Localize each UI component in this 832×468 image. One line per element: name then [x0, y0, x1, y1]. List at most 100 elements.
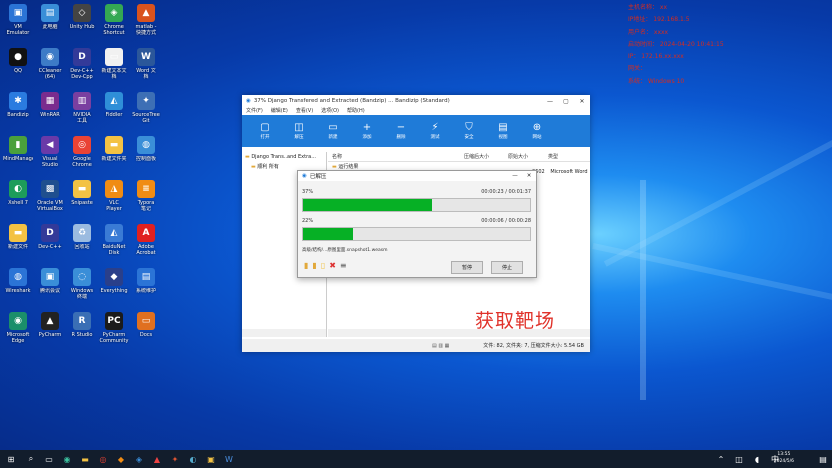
start-button[interactable]: ⊞ — [0, 450, 22, 468]
desktop-icon[interactable]: ▮ MindManager — [3, 136, 33, 168]
website-button[interactable]: ⊕ 网站 — [520, 122, 554, 140]
desktop-icon-image: ◭ — [105, 224, 123, 242]
desktop-icon[interactable]: ✦ SourceTree Git — [131, 92, 161, 124]
desktop-icon[interactable]: ◀ Visual Studio — [35, 136, 65, 168]
stop-button[interactable]: 停止 — [491, 261, 523, 274]
test-button[interactable]: ⚡ 测试 — [418, 122, 452, 140]
desktop-icon[interactable]: ▭ 新建文本文 档 — [99, 48, 129, 80]
security-button[interactable]: ⛉ 安全 — [452, 122, 486, 140]
desktop-icon[interactable]: ◐ Xshell 7 — [3, 180, 33, 212]
close-button[interactable]: ✕ — [574, 98, 590, 105]
tool-label: 添加 — [362, 135, 372, 140]
col-name[interactable]: 名称 — [328, 153, 464, 160]
menu-file[interactable]: 文件(F) — [246, 107, 263, 115]
desktop-icon[interactable]: ▩ Oracle VM VirtualBox — [35, 180, 65, 212]
bandizip-taskbar-icon[interactable]: ▣ — [202, 450, 220, 468]
col-type[interactable]: 类型 — [548, 153, 588, 160]
desktop-icon[interactable]: PC PyCharm Community — [99, 312, 129, 344]
desktop-icon[interactable]: R R Studio — [67, 312, 97, 344]
desktop-icon[interactable]: ◭ BaiduNet Disk — [99, 224, 129, 256]
taskbar-clock[interactable]: 13:55 2024/5/6 — [774, 451, 794, 465]
desktop-icon[interactable]: ◆ Everything — [99, 268, 129, 300]
desktop-icon[interactable]: ◉ CCleaner (64) — [35, 48, 65, 80]
file-icon[interactable]: ▯ — [321, 261, 325, 270]
desktop-icon[interactable]: W Word 文 档 — [131, 48, 161, 80]
desktop-icon-label: Dev-C++ — [38, 244, 62, 250]
dialog-icon-row: ▮ ▮ ▯ ✖ ≡ — [304, 261, 347, 270]
search-icon[interactable]: ⌕ — [22, 450, 40, 468]
app-icon[interactable]: ◈ — [130, 450, 148, 468]
edge-icon[interactable]: ◉ — [58, 450, 76, 468]
delete-button[interactable]: − 删除 — [384, 122, 418, 140]
menu-edit[interactable]: 编辑(E) — [271, 107, 288, 115]
desktop-icon[interactable]: ▭ Docs — [131, 312, 161, 344]
desktop-icon[interactable]: ◍ Wireshark — [3, 268, 33, 300]
tree-root[interactable]: ▬ Django Trans..and Extra... — [242, 152, 326, 162]
app-icon[interactable]: ▲ — [148, 450, 166, 468]
desktop-icon[interactable]: ▬ Snipaste — [67, 180, 97, 212]
desktop-icon[interactable]: ▲ matlab - 快捷方式 — [131, 4, 161, 36]
folder-open-icon[interactable]: ▮ — [304, 261, 308, 270]
pause-button[interactable]: 暂停 — [451, 261, 483, 274]
extract-button[interactable]: ◫ 解压 — [282, 122, 316, 140]
tray-up-icon[interactable]: ⌃ — [712, 450, 730, 468]
menu-icon[interactable]: ≡ — [340, 261, 347, 270]
menu-options[interactable]: 选项(O) — [321, 107, 339, 115]
network-icon[interactable]: ◫ — [730, 450, 748, 468]
notification-icon[interactable]: ▤ — [814, 450, 832, 468]
add-button[interactable]: + 添加 — [350, 122, 384, 140]
desktop-icon[interactable]: ♻ 回收站 — [67, 224, 97, 256]
desktop-icon[interactable]: ◎ Google Chrome — [67, 136, 97, 168]
dialog-minimize-button[interactable]: — — [508, 173, 522, 179]
desktop-icon[interactable]: ◈ Chrome Shortcut — [99, 4, 129, 36]
volume-icon[interactable]: ◖ — [748, 450, 766, 468]
app-icon[interactable]: ✦ — [166, 450, 184, 468]
word-icon[interactable]: W — [220, 450, 238, 468]
col-packed-size[interactable]: 压缩后大小 — [464, 153, 508, 160]
desktop-icon[interactable]: ✱ Bandizip — [3, 92, 33, 124]
menu-view[interactable]: 查看(V) — [296, 107, 313, 115]
desktop-icon[interactable]: ◌ Windows 终端 — [67, 268, 97, 300]
desktop-icon[interactable]: ◇ Unity Hub — [67, 4, 97, 36]
chrome-icon[interactable]: ◎ — [94, 450, 112, 468]
desktop-icon[interactable]: ▦ WinRAR — [35, 92, 65, 124]
desktop-icon[interactable]: ▥ NVIDIA 工具 — [67, 92, 97, 124]
desktop-icon[interactable]: ▬ 新建文件夹 — [99, 136, 129, 168]
desktop-icon[interactable]: ▤ 此电脑 — [35, 4, 65, 36]
desktop-icon[interactable]: ▲ PyCharm — [35, 312, 65, 344]
desktop-icon[interactable]: D Dev-C++ Dev-Cpp — [67, 48, 97, 80]
info-line: IP： 172.16.xx.xxx — [628, 53, 684, 61]
app-icon[interactable]: ◐ — [184, 450, 202, 468]
desktop-icon[interactable]: ≡ Typora 笔记 — [131, 180, 161, 212]
desktop-icon[interactable]: D Dev-C++ — [35, 224, 65, 256]
progress-total-fill — [303, 199, 433, 211]
view-mode-icon[interactable]: ▤ ▥ ▦ — [432, 343, 449, 349]
desktop-icon[interactable]: ● QQ — [3, 48, 33, 80]
new-button[interactable]: ▭ 新建 — [316, 122, 350, 140]
app-icon: ◉ — [302, 173, 307, 179]
view-button[interactable]: ▤ 视图 — [486, 122, 520, 140]
menu-help[interactable]: 帮助(H) — [347, 107, 365, 115]
maximize-button[interactable]: ▢ — [558, 98, 574, 105]
app-icon[interactable]: ◆ — [112, 450, 130, 468]
open-button[interactable]: ▢ 打开 — [248, 122, 282, 140]
clock-date: 2024/5/6 — [773, 459, 794, 464]
desktop-icon[interactable]: ◮ VLC Player — [99, 180, 129, 212]
desktop-icon[interactable]: ▤ 系统维护 — [131, 268, 161, 300]
col-size[interactable]: 原始大小 — [508, 153, 548, 160]
desktop-icon[interactable]: ◉ Microsoft Edge — [3, 312, 33, 344]
minimize-button[interactable]: — — [542, 98, 558, 105]
horizontal-scrollbar[interactable] — [242, 329, 326, 337]
folder-icon[interactable]: ▮ — [312, 261, 316, 270]
task-view-icon[interactable]: ▭ — [40, 450, 58, 468]
dialog-close-button[interactable]: ✕ — [522, 173, 536, 179]
close-file-icon[interactable]: ✖ — [329, 261, 336, 270]
desktop-icon[interactable]: ▣ 腾讯会议 — [35, 268, 65, 300]
desktop-icon[interactable]: A Adobe Acrobat — [131, 224, 161, 256]
desktop-icon-image: ▭ — [105, 48, 123, 66]
desktop-icon[interactable]: ◍ 控制面板 — [131, 136, 161, 168]
desktop-icon[interactable]: ◭ Fiddler — [99, 92, 129, 124]
desktop-icon[interactable]: ▣ VM Emulator — [3, 4, 33, 36]
file-explorer-icon[interactable]: ▬ — [76, 450, 94, 468]
desktop-icon[interactable]: ▬ 新建文件 — [3, 224, 33, 256]
